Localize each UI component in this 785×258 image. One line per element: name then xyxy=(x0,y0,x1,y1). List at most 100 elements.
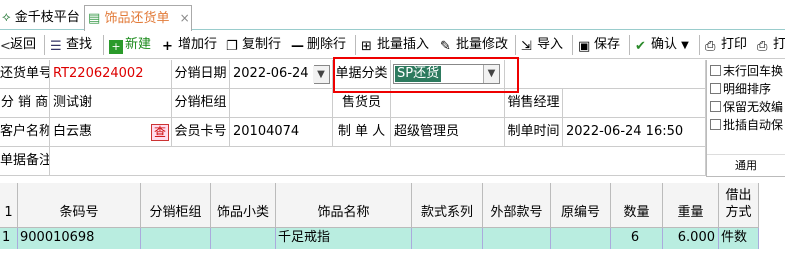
delete-row-button[interactable]: — 删除行 xyxy=(291,36,346,54)
table-cell[interactable]: 900010698 xyxy=(18,228,141,249)
dist-value[interactable]: 测试谢 xyxy=(50,89,172,118)
date-field[interactable]: 2022-06-24 ▼ xyxy=(230,60,333,89)
batch-edit-button[interactable]: ✎ 批量修改 xyxy=(440,36,508,54)
date-dropdown[interactable]: ▼ xyxy=(313,65,330,84)
chevron-down-icon: ▼ xyxy=(681,40,689,51)
empty-cell xyxy=(505,60,706,89)
option-keep-invalid[interactable]: 保留无效编 xyxy=(710,99,783,116)
option-detail-sort[interactable]: 明细排序 xyxy=(710,81,771,98)
toolbar: <返回 ☰ 查找 + 新建 + 增加行 ❐ 复制行 — 删除行 ⊞ 批量插入 ✎ 批量修改 ⇲… xyxy=(0,31,785,59)
plus-icon: + xyxy=(162,39,173,54)
column-header[interactable]: 1 xyxy=(0,183,18,228)
back-arrow-icon: < xyxy=(0,39,11,54)
check-circle-icon: ✔ xyxy=(635,39,646,54)
column-header[interactable]: 外部款号 xyxy=(483,183,551,228)
date-label: 分销日期 xyxy=(172,60,230,89)
copy-row-button[interactable]: ❐ 复制行 xyxy=(226,36,281,54)
column-header[interactable]: 饰品小类 xyxy=(211,183,276,228)
checkbox[interactable] xyxy=(710,83,721,94)
time-label: 制单时间 xyxy=(505,118,563,147)
column-header[interactable]: 借出方式 xyxy=(719,183,759,228)
toolbar-divider xyxy=(103,35,104,55)
sales-label: 售货员 xyxy=(333,89,391,118)
maker-value: 超级管理员 xyxy=(391,118,505,147)
counter-label: 分销柜组 xyxy=(172,89,230,118)
confirm-button[interactable]: ✔ 确认 ▼ xyxy=(635,36,689,54)
remark-label: 单据备注 xyxy=(0,147,50,176)
option-enter-new-row[interactable]: 末行回车换 xyxy=(710,63,783,80)
table-cell[interactable]: 6.000 xyxy=(663,228,719,249)
document-icon: ▤ xyxy=(88,11,101,26)
tab-home[interactable]: ⟡ 金千枝平台 xyxy=(0,6,84,30)
print-preview-button[interactable]: ⎙ 打 xyxy=(757,36,785,54)
print-button[interactable]: ⎙ 打印 xyxy=(705,36,747,54)
column-header[interactable]: 重量 xyxy=(663,183,719,228)
card-field[interactable]: 20104074 xyxy=(230,118,333,147)
tab-return-order-label: 饰品还货单 xyxy=(104,11,170,26)
sales-field[interactable] xyxy=(391,89,505,118)
dist-label: 分 销 商 xyxy=(0,89,50,118)
query-customer-button[interactable]: 查 xyxy=(151,124,169,141)
card-label: 会员卡号 xyxy=(172,118,230,147)
edit-icon: ✎ xyxy=(440,39,451,54)
column-header[interactable]: 数量 xyxy=(611,183,663,228)
maker-label: 制 单 人 xyxy=(333,118,391,147)
toolbar-divider xyxy=(572,35,573,55)
checkbox[interactable] xyxy=(710,119,721,130)
platform-icon: ⟡ xyxy=(2,10,11,25)
batch-insert-button[interactable]: ⊞ 批量插入 xyxy=(361,36,429,54)
column-header[interactable]: 分销柜组 xyxy=(141,183,211,228)
toolbar-divider xyxy=(44,35,45,55)
column-header[interactable]: 饰品名称 xyxy=(276,183,412,228)
date-value: 2022-06-24 xyxy=(233,66,309,81)
save-button[interactable]: ▣ 保存 xyxy=(578,36,620,54)
column-header[interactable]: 原编号 xyxy=(551,183,611,228)
time-value: 2022-06-24 16:50 xyxy=(563,118,706,147)
table-cell[interactable]: 6 xyxy=(611,228,663,249)
plus-square-icon: + xyxy=(109,40,123,54)
import-icon: ⇲ xyxy=(521,39,532,54)
printer-icon: ⎙ xyxy=(705,39,716,54)
checkbox[interactable] xyxy=(710,101,721,112)
printer-icon: ⎙ xyxy=(757,39,768,54)
manager-label: 销售经理 xyxy=(505,89,563,118)
table-cell[interactable] xyxy=(551,228,611,249)
minus-icon: — xyxy=(291,39,304,54)
table-cell[interactable]: 1 xyxy=(0,228,18,249)
table-cell[interactable] xyxy=(483,228,551,249)
import-button[interactable]: ⇲ 导入 xyxy=(521,36,563,54)
new-button[interactable]: + 新建 xyxy=(109,36,151,54)
column-header[interactable]: 款式系列 xyxy=(412,183,483,228)
add-row-button[interactable]: + 增加行 xyxy=(162,36,217,54)
checkbox[interactable] xyxy=(710,65,721,76)
table-cell[interactable] xyxy=(211,228,276,249)
table-cell[interactable] xyxy=(412,228,483,249)
copy-icon: ❐ xyxy=(226,39,238,54)
doc-no-label: 还货单号 xyxy=(0,60,50,89)
highlight-box xyxy=(333,57,519,93)
insert-icon: ⊞ xyxy=(361,39,372,54)
search-icon: ☰ xyxy=(50,39,62,54)
table-cell[interactable]: 件数 xyxy=(719,228,759,249)
manager-field[interactable] xyxy=(563,89,706,118)
counter-field[interactable] xyxy=(230,89,333,118)
close-icon[interactable]: × xyxy=(180,11,190,25)
tab-return-order[interactable]: ▤ 饰品还货单 × xyxy=(84,5,192,31)
doc-no-value: RT220624002 xyxy=(50,60,172,89)
table-cell[interactable]: 千足戒指 xyxy=(276,228,412,249)
option-auto-save[interactable]: 批插自动保 xyxy=(710,117,783,134)
options-panel: 末行回车换 明细排序 保留无效编 批插自动保 通用 xyxy=(706,60,785,177)
options-footer: 通用 xyxy=(707,154,785,177)
remark-field[interactable] xyxy=(50,147,706,176)
column-header[interactable]: 条码号 xyxy=(18,183,141,228)
back-button[interactable]: <返回 xyxy=(0,36,36,54)
customer-value: 白云惠 xyxy=(53,124,93,139)
customer-field[interactable]: 白云惠 查 xyxy=(50,118,172,147)
search-button[interactable]: ☰ 查找 xyxy=(50,36,92,54)
tab-bar: ⟡ 金千枝平台 ▤ 饰品还货单 × xyxy=(0,0,785,31)
toolbar-divider xyxy=(699,35,700,55)
toolbar-divider xyxy=(355,35,356,55)
table-cell[interactable] xyxy=(141,228,211,249)
customer-label: 客户名称 xyxy=(0,118,50,147)
toolbar-divider xyxy=(629,35,630,55)
